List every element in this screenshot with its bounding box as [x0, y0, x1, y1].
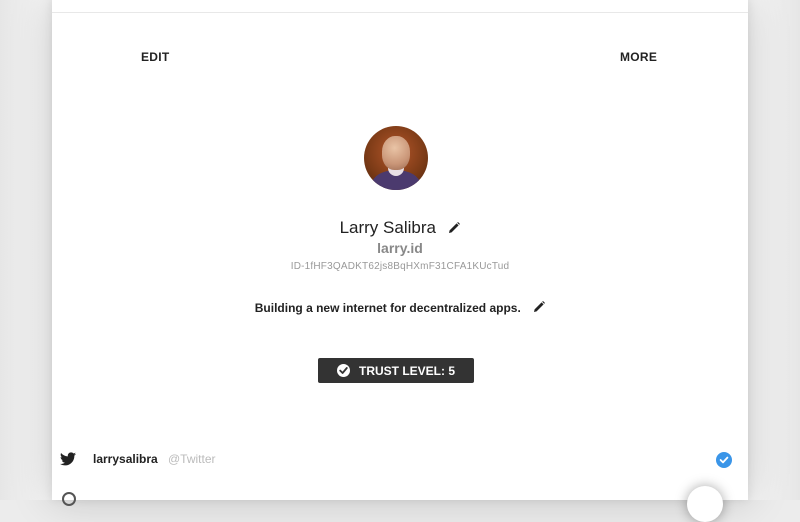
trust-level-label: TRUST LEVEL: 5	[358, 363, 455, 378]
account-row-twitter[interactable]: larrysalibra @Twitter	[52, 448, 748, 472]
avatar-face	[382, 136, 410, 170]
verified-check-icon	[716, 452, 732, 468]
profile-id: ID-1fHF3QADKT62js8BqHXmF31CFA1KUcTud	[290, 261, 510, 272]
profile-panel: EDIT MORE Larry Salibra larry.id ID-1fHF…	[52, 0, 748, 522]
partial-account-icon	[62, 492, 76, 506]
edit-button[interactable]: EDIT	[141, 50, 170, 64]
bio-row: Building a new internet for decentralize…	[52, 299, 748, 318]
profile-name: Larry Salibra	[339, 218, 436, 237]
trust-level-badge[interactable]: TRUST LEVEL: 5	[318, 358, 474, 383]
check-circle-icon	[336, 364, 350, 377]
top-divider	[52, 12, 748, 13]
account-service: @Twitter	[168, 452, 216, 466]
profile-domain: larry.id	[377, 240, 423, 256]
account-handle: larrysalibra	[93, 452, 158, 466]
more-button[interactable]: MORE	[620, 50, 657, 64]
edit-bio-pencil-icon[interactable]	[533, 300, 546, 318]
edit-name-pencil-icon[interactable]	[448, 221, 461, 239]
avatar	[364, 126, 428, 190]
floating-action-button[interactable]	[687, 486, 723, 522]
twitter-icon	[60, 452, 76, 471]
profile-bio: Building a new internet for decentralize…	[254, 301, 521, 315]
name-row: Larry Salibra	[52, 218, 748, 239]
